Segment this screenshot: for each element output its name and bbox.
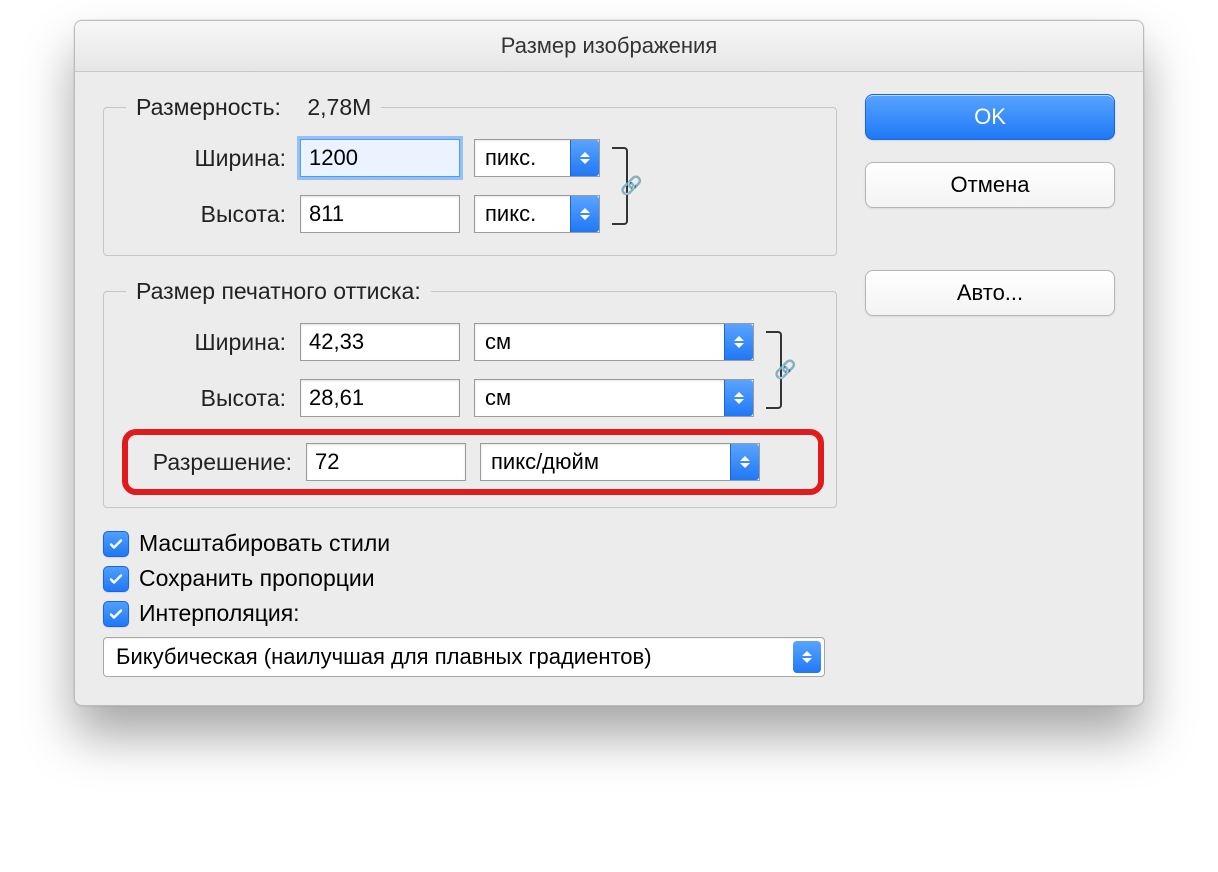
pixel-constrain-link: 🔗 (600, 139, 648, 233)
titlebar: Размер изображения (75, 21, 1143, 72)
doc-width-unit-select[interactable]: см (474, 323, 754, 361)
checkbox-checked-icon (103, 601, 129, 627)
doc-height-input[interactable] (300, 379, 460, 417)
doc-width-input[interactable] (300, 323, 460, 361)
dialog-title: Размер изображения (501, 33, 717, 59)
doc-height-label: Высота: (126, 385, 286, 412)
pixel-dim-size: 2,78M (307, 94, 371, 120)
link-icon: 🔗 (774, 360, 796, 381)
chevron-updown-icon (724, 380, 753, 416)
pixel-width-unit-select[interactable]: пикс. (474, 139, 600, 177)
pixel-dimensions-legend: Размерность: 2,78M (126, 94, 381, 121)
ok-button-label: OK (974, 104, 1006, 130)
doc-height-unit-value: см (485, 385, 511, 411)
pixel-height-unit-value: пикс. (485, 201, 536, 227)
pixel-height-label: Высота: (126, 201, 286, 228)
resolution-unit-select[interactable]: пикс/дюйм (480, 443, 760, 481)
resolution-highlight: Разрешение: пикс/дюйм (122, 429, 824, 495)
image-size-dialog: Размер изображения Размерность: 2,78M Ши… (74, 20, 1144, 706)
doc-width-unit-value: см (485, 329, 511, 355)
pixel-width-row: Ширина: пикс. (126, 139, 600, 177)
constrain-proportions-label: Сохранить пропорции (139, 565, 375, 592)
pixel-height-input[interactable] (300, 195, 460, 233)
pixel-dimensions-group: Размерность: 2,78M Ширина: пикс. (103, 94, 837, 256)
checkbox-checked-icon (103, 566, 129, 592)
resample-label: Интерполяция: (139, 600, 300, 627)
dialog-content: Размерность: 2,78M Ширина: пикс. (75, 72, 1143, 705)
doc-width-label: Ширина: (126, 329, 286, 356)
link-icon: 🔗 (620, 176, 642, 197)
pixel-width-label: Ширина: (126, 145, 286, 172)
chevron-updown-icon (570, 140, 599, 176)
constrain-proportions-row[interactable]: Сохранить пропорции (103, 565, 837, 592)
doc-constrain-link: 🔗 (754, 323, 802, 417)
pixel-width-input[interactable] (300, 139, 460, 177)
pixel-height-unit-select[interactable]: пикс. (474, 195, 600, 233)
chevron-updown-icon (793, 641, 821, 673)
pixel-width-unit-value: пикс. (485, 145, 536, 171)
interpolation-select[interactable]: Бикубическая (наилучшая для плавных град… (103, 637, 825, 677)
document-size-group: Размер печатного оттиска: Ширина: см (103, 278, 837, 508)
scale-styles-row[interactable]: Масштабировать стили (103, 530, 837, 557)
doc-height-unit-select[interactable]: см (474, 379, 754, 417)
scale-styles-label: Масштабировать стили (139, 530, 390, 557)
cancel-button[interactable]: Отмена (865, 162, 1115, 208)
main-column: Размерность: 2,78M Ширина: пикс. (103, 94, 837, 677)
side-buttons: OK Отмена Авто... (865, 94, 1115, 677)
pixel-dim-legend-label: Размерность: (136, 94, 281, 120)
checkbox-checked-icon (103, 531, 129, 557)
cancel-button-label: Отмена (951, 172, 1030, 198)
pixel-height-row: Высота: пикс. (126, 195, 600, 233)
resolution-unit-value: пикс/дюйм (491, 449, 599, 475)
auto-button-label: Авто... (957, 280, 1023, 306)
auto-button[interactable]: Авто... (865, 270, 1115, 316)
chevron-updown-icon (730, 444, 759, 480)
interpolation-value: Бикубическая (наилучшая для плавных град… (116, 644, 652, 670)
doc-width-row: Ширина: см (126, 323, 754, 361)
resolution-input[interactable] (306, 443, 466, 481)
ok-button[interactable]: OK (865, 94, 1115, 140)
doc-height-row: Высота: см (126, 379, 754, 417)
resample-row[interactable]: Интерполяция: (103, 600, 837, 627)
page-background: Размер изображения Размерность: 2,78M Ши… (0, 0, 1218, 872)
chevron-updown-icon (570, 196, 599, 232)
chevron-updown-icon (724, 324, 753, 360)
resolution-label: Разрешение: (136, 449, 292, 476)
document-size-legend: Размер печатного оттиска: (126, 278, 431, 305)
